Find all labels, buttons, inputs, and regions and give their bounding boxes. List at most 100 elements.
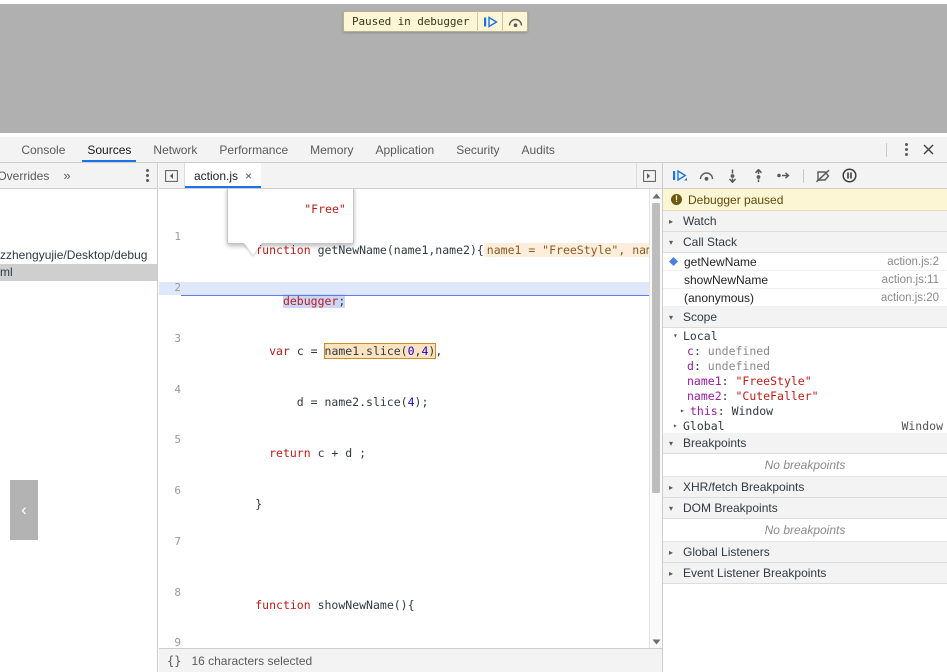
editor-file-tab-label: action.js bbox=[194, 168, 239, 183]
scope-variable-name: c bbox=[687, 343, 694, 358]
scope-variable-row[interactable]: c: undefined bbox=[663, 343, 947, 358]
scope-variable-row[interactable]: d: undefined bbox=[663, 358, 947, 373]
step-over-next-function-call-button[interactable] bbox=[694, 165, 718, 187]
call-stack-row[interactable]: showNewName action.js:11 bbox=[663, 271, 947, 289]
code-line[interactable]: 3 var c = name1.slice(0,4), bbox=[159, 332, 662, 360]
tab-application[interactable]: Application bbox=[364, 137, 445, 162]
scope-local-header[interactable]: ▾ Local bbox=[663, 328, 947, 343]
tab-memory[interactable]: Memory bbox=[299, 137, 364, 162]
code-line[interactable]: 7 bbox=[159, 535, 662, 549]
scroll-up-arrow-icon[interactable] bbox=[650, 189, 662, 202]
code-viewport[interactable]: 1 function getNewName(name1,name2){name1 … bbox=[159, 189, 662, 648]
close-icon bbox=[923, 144, 933, 155]
tree-item-file-selected[interactable]: ml bbox=[0, 264, 157, 281]
tab-performance[interactable]: Performance bbox=[208, 137, 299, 162]
breakpoints-empty-message: No breakpoints bbox=[663, 454, 947, 477]
code-line[interactable]: 4 d = name2.slice(4); bbox=[159, 383, 662, 409]
navigator-menu-button[interactable] bbox=[146, 169, 157, 182]
editor-tab-strip: action.js × bbox=[159, 163, 662, 189]
section-dom-breakpoints[interactable]: ▾ DOM Breakpoints bbox=[663, 498, 947, 519]
chevron-down-icon: ▾ bbox=[669, 237, 674, 247]
chevron-right-icon: ▸ bbox=[669, 547, 674, 557]
debugger-paused-notice: ! Debugger paused bbox=[663, 189, 947, 211]
editor-file-tab-close-icon[interactable]: × bbox=[245, 169, 252, 183]
editor-selection: name1.slice(0,4) bbox=[323, 343, 437, 360]
pretty-print-button[interactable]: {} bbox=[167, 654, 181, 668]
tab-label: Audits bbox=[521, 142, 555, 157]
section-event-listener-breakpoints[interactable]: ▸ Event Listener Breakpoints bbox=[663, 563, 947, 584]
scope-variable-row[interactable]: name2: "CuteFaller" bbox=[663, 388, 947, 403]
devtools-main-menu-button[interactable] bbox=[895, 139, 917, 161]
call-stack-row[interactable]: getNewName action.js:2 bbox=[663, 253, 947, 271]
section-call-stack[interactable]: ▾ Call Stack bbox=[663, 232, 947, 253]
scrollbar-thumb[interactable] bbox=[652, 203, 660, 493]
line-number: 5 bbox=[174, 433, 181, 447]
section-breakpoints[interactable]: ▾ Breakpoints bbox=[663, 433, 947, 454]
tab-label: Network bbox=[153, 142, 198, 157]
chevron-left-icon: ‹ bbox=[21, 500, 27, 519]
code-line[interactable]: 9 var a = 'FreeStyle', bbox=[159, 637, 662, 648]
dom-breakpoints-empty-message: No breakpoints bbox=[663, 519, 947, 542]
section-xhr-breakpoints[interactable]: ▸ XHR/fetch Breakpoints bbox=[663, 477, 947, 498]
tab-elements[interactable]: ts bbox=[0, 137, 10, 162]
sidebar-collapse-handle[interactable]: ‹ bbox=[10, 480, 38, 540]
tab-security[interactable]: Security bbox=[445, 137, 510, 162]
scope-global-header[interactable]: ▸ Global Window bbox=[663, 418, 947, 433]
chevron-right-icon: ▸ bbox=[680, 406, 685, 415]
tab-sources[interactable]: Sources bbox=[76, 137, 142, 162]
toggle-navigator-button[interactable] bbox=[159, 163, 185, 188]
chevron-right-icon: ▸ bbox=[673, 421, 678, 430]
editor-vertical-scrollbar[interactable] bbox=[649, 189, 662, 648]
kebab-menu-icon bbox=[904, 143, 908, 156]
pause-on-exceptions-button[interactable] bbox=[837, 165, 861, 187]
scope-variable-value: "CuteFaller" bbox=[735, 388, 819, 403]
resume-script-execution-icon bbox=[673, 169, 687, 182]
navigator-more-subtabs-button[interactable]: » bbox=[57, 168, 76, 183]
overlay-step-over-button[interactable] bbox=[502, 11, 527, 32]
navigator-subtab-bar: Overrides » bbox=[0, 163, 157, 189]
overlay-resume-button[interactable] bbox=[477, 11, 502, 32]
call-stack-location: action.js:11 bbox=[881, 273, 939, 286]
tab-network[interactable]: Network bbox=[142, 137, 208, 162]
step-out-of-current-function-button[interactable] bbox=[746, 165, 770, 187]
code-line[interactable]: 5 return c + d ; bbox=[159, 433, 662, 460]
tab-audits[interactable]: Audits bbox=[511, 137, 566, 162]
step-into-next-function-call-button[interactable] bbox=[720, 165, 744, 187]
editor-file-tab-action-js[interactable]: action.js × bbox=[185, 163, 262, 188]
pause-on-exceptions-icon bbox=[841, 168, 857, 183]
call-stack-row[interactable]: (anonymous) action.js:20 bbox=[663, 289, 947, 307]
deactivate-breakpoints-button[interactable] bbox=[811, 165, 835, 187]
section-global-listeners[interactable]: ▸ Global Listeners bbox=[663, 542, 947, 563]
scroll-down-arrow-icon[interactable] bbox=[650, 635, 662, 648]
section-xhr-breakpoints-label: XHR/fetch Breakpoints bbox=[683, 480, 805, 494]
toggle-debugger-sidebar-button[interactable] bbox=[636, 163, 662, 188]
kebab-menu-icon bbox=[146, 169, 149, 182]
resume-script-execution-button[interactable] bbox=[668, 165, 692, 187]
chevron-down-icon: ▾ bbox=[673, 331, 678, 340]
tree-item-folder[interactable]: zzhengyujie/Desktop/debug bbox=[0, 247, 157, 264]
step-button[interactable] bbox=[772, 165, 796, 187]
navigator-subtab-overrides[interactable]: Overrides bbox=[0, 163, 57, 188]
step-over-next-function-call-icon bbox=[699, 172, 713, 181]
tab-label: Sources bbox=[87, 142, 132, 157]
section-global-listeners-label: Global Listeners bbox=[683, 545, 770, 559]
code-line[interactable]: 8 function showNewName(){ bbox=[159, 586, 662, 612]
frame-spacer-icon bbox=[669, 275, 678, 284]
code-line[interactable]: 6} bbox=[159, 484, 662, 510]
tab-label: Security bbox=[456, 142, 500, 157]
chevron-down-icon: ▾ bbox=[669, 312, 674, 322]
tab-console[interactable]: Console bbox=[10, 137, 76, 162]
code-line-paused[interactable]: 2 debugger; bbox=[159, 281, 662, 308]
devtools-close-button[interactable] bbox=[917, 139, 939, 161]
section-breakpoints-label: Breakpoints bbox=[683, 436, 747, 450]
line-number: 1 bbox=[174, 230, 181, 244]
section-watch-label: Watch bbox=[683, 214, 717, 228]
section-scope[interactable]: ▾ Scope bbox=[663, 307, 947, 328]
scope-variable-name: name2 bbox=[687, 388, 722, 403]
source-editor-panel: action.js × 1 function getNewName(name1,n… bbox=[159, 163, 662, 648]
section-watch[interactable]: ▸ Watch bbox=[663, 211, 947, 232]
scope-variable-row[interactable]: name1: "FreeStyle" bbox=[663, 373, 947, 388]
step-out-of-current-function-icon bbox=[754, 168, 762, 182]
scope-variable-row-this[interactable]: ▸ this: Window bbox=[663, 403, 947, 418]
